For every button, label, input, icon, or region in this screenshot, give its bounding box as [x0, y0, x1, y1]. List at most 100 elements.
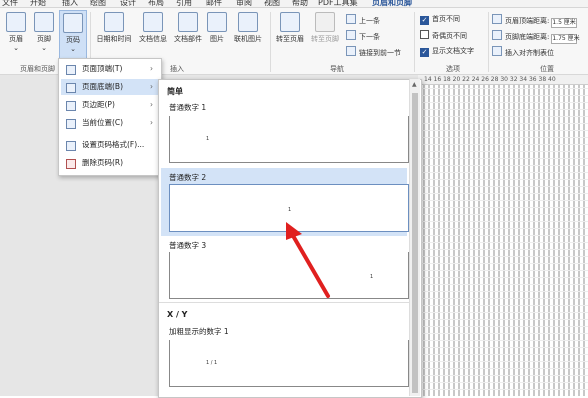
- header-icon: [6, 12, 26, 32]
- ribbon-divider: [414, 12, 415, 72]
- page-number-preview: 1: [206, 136, 210, 142]
- menu-item-current-position[interactable]: 当前位置(C) ›: [61, 115, 159, 131]
- tab-home[interactable]: 开始: [30, 0, 46, 7]
- checkmark-icon: ✓: [420, 48, 429, 57]
- group-label-header-footer: 页眉和页脚: [20, 65, 55, 73]
- ribbon-divider: [270, 12, 271, 72]
- ribbon-divider: [488, 12, 489, 72]
- tab-references[interactable]: 引用: [176, 0, 192, 7]
- gallery-section-xy: X / Y: [167, 310, 188, 319]
- goto-header-icon: [280, 12, 300, 32]
- chevron-right-icon: ›: [150, 82, 153, 91]
- header-button[interactable]: 页眉 ⌄: [3, 12, 29, 52]
- next-button[interactable]: 下一条: [346, 30, 380, 42]
- page-margins-icon: [66, 101, 76, 111]
- goto-footer-button[interactable]: 转至页脚: [308, 12, 342, 44]
- group-label-navigation: 导航: [330, 65, 344, 73]
- checkbox-empty-icon: [420, 30, 429, 39]
- menu-item-page-margins[interactable]: 页边距(P) ›: [61, 97, 159, 113]
- gallery-divider: [159, 302, 409, 303]
- remove-page-numbers-icon: [66, 159, 76, 169]
- page-number-menu: 页面顶端(T) › 页面底端(B) › 页边距(P) › 当前位置(C) › 设…: [58, 58, 162, 176]
- document-parts-icon: [178, 12, 198, 32]
- page-number-button[interactable]: 页码 ⌄: [59, 10, 87, 64]
- document-info-button[interactable]: 文档信息: [136, 12, 170, 44]
- previous-button[interactable]: 上一条: [346, 14, 380, 26]
- arrow-down-icon: [346, 30, 356, 40]
- gallery-item-plain-number-1[interactable]: 1: [169, 116, 409, 163]
- annotation-arrow-icon: [286, 222, 330, 298]
- tab-mailings[interactable]: 邮件: [206, 0, 222, 7]
- odd-even-different-checkbox[interactable]: 奇偶页不同: [420, 30, 467, 41]
- menu-item-format-page-numbers[interactable]: 设置页码格式(F)...: [61, 137, 159, 153]
- gallery-section-simple: 简单: [167, 87, 183, 96]
- header-distance-icon: [492, 14, 502, 24]
- chevron-right-icon: ›: [150, 100, 153, 109]
- document-page[interactable]: [418, 85, 588, 396]
- menu-item-bottom-of-page[interactable]: 页面底端(B) ›: [61, 79, 159, 95]
- footer-distance-icon: [492, 30, 502, 40]
- footer-bottom-distance-input[interactable]: 1.75 厘米: [551, 34, 580, 44]
- gallery-item-label: 加粗显示的数字 1: [169, 327, 229, 336]
- gallery-item-label: 普通数字 2: [169, 173, 207, 182]
- top-of-page-icon: [66, 65, 76, 75]
- header-top-distance: 页眉顶端距离: 1.5 厘米: [492, 14, 578, 28]
- page-number-preview: 1: [288, 207, 292, 213]
- footer-button[interactable]: 页脚 ⌄: [31, 12, 57, 52]
- chevron-right-icon: ›: [150, 64, 153, 73]
- link-icon: [346, 46, 356, 56]
- ribbon-tab-bar: 文件 开始 插入 绘图 设计 布局 引用 邮件 审阅 视图 帮助 PDF工具集 …: [0, 0, 588, 8]
- scrollbar-thumb[interactable]: [412, 93, 418, 393]
- tab-layout[interactable]: 布局: [148, 0, 164, 7]
- footer-bottom-distance: 页脚底端距离: 1.75 厘米: [492, 30, 580, 44]
- first-page-different-checkbox[interactable]: ✓ 首页不同: [420, 14, 460, 25]
- chevron-down-icon: ⌄: [70, 45, 76, 53]
- chevron-right-icon: ›: [150, 118, 153, 127]
- tab-pdf-tools[interactable]: PDF工具集: [318, 0, 358, 7]
- current-position-icon: [66, 119, 76, 129]
- show-document-text-checkbox[interactable]: ✓ 显示文档文字: [420, 46, 474, 57]
- date-time-button[interactable]: 日期和时间: [93, 12, 135, 44]
- gallery-scrollbar[interactable]: ▲: [409, 79, 420, 396]
- menu-item-remove-page-numbers[interactable]: 删除页码(R): [61, 155, 159, 171]
- tab-draw[interactable]: 绘图: [90, 0, 106, 7]
- format-page-numbers-icon: [66, 141, 76, 151]
- tab-review[interactable]: 审阅: [236, 0, 252, 7]
- picture-button[interactable]: 图片: [206, 12, 228, 44]
- gallery-item-label: 普通数字 1: [169, 103, 207, 112]
- insert-alignment-tab-button[interactable]: 插入对齐制表位: [492, 46, 554, 58]
- document-info-icon: [143, 12, 163, 32]
- tab-help[interactable]: 帮助: [292, 0, 308, 7]
- group-label-position: 位置: [540, 65, 554, 73]
- arrow-up-icon: [346, 14, 356, 24]
- chevron-down-icon: ⌄: [13, 44, 19, 52]
- goto-footer-icon: [315, 12, 335, 32]
- scroll-up-icon[interactable]: ▲: [412, 81, 417, 88]
- online-picture-icon: [238, 12, 258, 32]
- page-number-preview: 1: [370, 274, 374, 280]
- group-label-options: 选项: [446, 65, 460, 73]
- horizontal-ruler: 14 16 18 20 22 24 26 28 30 32 34 36 38 4…: [418, 75, 588, 85]
- checkmark-icon: ✓: [420, 16, 429, 25]
- tab-file[interactable]: 文件: [2, 0, 18, 7]
- page-number-preview: 1 / 1: [206, 360, 218, 366]
- tab-insert[interactable]: 插入: [62, 0, 78, 7]
- bottom-of-page-icon: [66, 83, 76, 93]
- tab-design[interactable]: 设计: [120, 0, 136, 7]
- goto-header-button[interactable]: 转至页眉: [273, 12, 307, 44]
- menu-item-top-of-page[interactable]: 页面顶端(T) ›: [61, 61, 159, 77]
- gallery-item-bold-number-1[interactable]: 1 / 1: [169, 340, 409, 387]
- online-picture-button[interactable]: 联机图片: [230, 12, 266, 44]
- tab-header-footer[interactable]: 页眉和页脚: [372, 0, 412, 7]
- alignment-tab-icon: [492, 46, 502, 56]
- document-parts-button[interactable]: 文档部件: [171, 12, 205, 44]
- picture-icon: [207, 12, 227, 32]
- page-number-icon: [63, 13, 83, 33]
- calendar-icon: [104, 12, 124, 32]
- group-label-insert: 插入: [170, 65, 184, 73]
- header-top-distance-input[interactable]: 1.5 厘米: [551, 18, 578, 28]
- tab-view[interactable]: 视图: [264, 0, 280, 7]
- chevron-down-icon: ⌄: [41, 44, 47, 52]
- link-to-previous-button[interactable]: 链接到前一节: [346, 46, 401, 58]
- footer-icon: [34, 12, 54, 32]
